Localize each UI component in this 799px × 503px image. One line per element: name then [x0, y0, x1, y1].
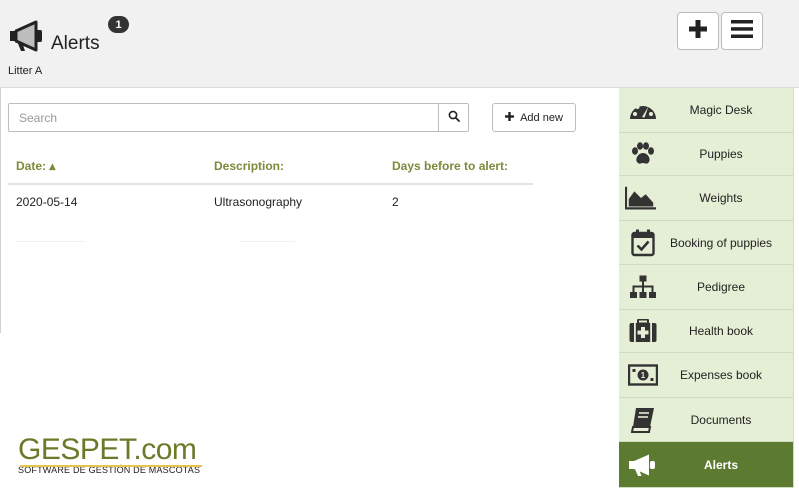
- plus-icon: [505, 111, 515, 124]
- column-header-description[interactable]: Description:: [214, 159, 284, 173]
- sidebar-item-label: Magic Desk: [689, 103, 753, 117]
- logo-underline: [20, 465, 202, 467]
- add-new-button[interactable]: Add new: [492, 103, 576, 132]
- litter-subtitle: Litter A: [8, 65, 43, 77]
- sidebar-item-label: Pedigree: [696, 280, 746, 294]
- sidebar-item-documents[interactable]: Documents: [619, 398, 793, 442]
- app-window: Alerts 1 Litter A Add new Dat: [0, 0, 799, 503]
- alert-count-badge: 1: [108, 16, 129, 33]
- sidebar-item-weights[interactable]: Weights: [619, 176, 793, 221]
- faded-divider: [16, 241, 86, 242]
- sidebar-item-label: Weights: [699, 191, 743, 205]
- cell-date: 2020-05-14: [16, 195, 78, 209]
- page-title: Alerts: [51, 33, 100, 54]
- search-button[interactable]: [438, 103, 469, 132]
- cell-days: 2: [392, 195, 399, 209]
- sidebar-item-label: Alerts: [703, 457, 738, 472]
- sidebar-item-label: Expenses book: [679, 368, 763, 382]
- search-input[interactable]: [8, 103, 439, 132]
- faded-divider: [240, 241, 295, 242]
- column-header-date[interactable]: Date: ▴: [16, 159, 55, 173]
- sidebar-item-label: Documents: [690, 412, 752, 427]
- sidebar-item-booking[interactable]: Booking of puppies: [619, 221, 793, 265]
- gespet-logo: GESPET.com SOFTWARE DE GESTIÓN DE MASCOT…: [18, 433, 202, 475]
- page-header: Alerts 1 Litter A: [0, 0, 799, 88]
- sidebar-nav: Magic Desk Puppies Weights Booking of pu…: [619, 88, 793, 488]
- table-header-divider: [8, 183, 533, 185]
- cell-description: Ultrasonography: [214, 195, 303, 209]
- sidebar-item-puppies[interactable]: Puppies: [619, 133, 793, 176]
- column-header-days[interactable]: Days before to alert:: [392, 159, 508, 173]
- header-add-button[interactable]: [677, 12, 719, 50]
- hamburger-icon: [731, 19, 753, 43]
- sidebar-item-pedigree[interactable]: Pedigree: [619, 265, 793, 310]
- header-menu-button[interactable]: [721, 12, 763, 50]
- logo-wordmark: GESPET.com: [18, 433, 197, 466]
- magnifier-icon: [448, 109, 460, 127]
- sidebar-item-label: Booking of puppies: [669, 235, 773, 250]
- sidebar-item-alerts[interactable]: Alerts: [619, 442, 793, 488]
- sidebar-item-expenses-book[interactable]: 1 Expenses book: [619, 353, 793, 398]
- sidebar-item-label: Puppies: [699, 147, 743, 161]
- sidebar-item-magic-desk[interactable]: Magic Desk: [619, 88, 793, 133]
- sidebar-right-border: [793, 88, 794, 488]
- megaphone-icon: [8, 20, 46, 52]
- add-new-label: Add new: [520, 111, 563, 124]
- sidebar-item-health-book[interactable]: Health book: [619, 310, 793, 353]
- sidebar-item-label: Health book: [688, 324, 754, 338]
- plus-icon: [688, 19, 708, 44]
